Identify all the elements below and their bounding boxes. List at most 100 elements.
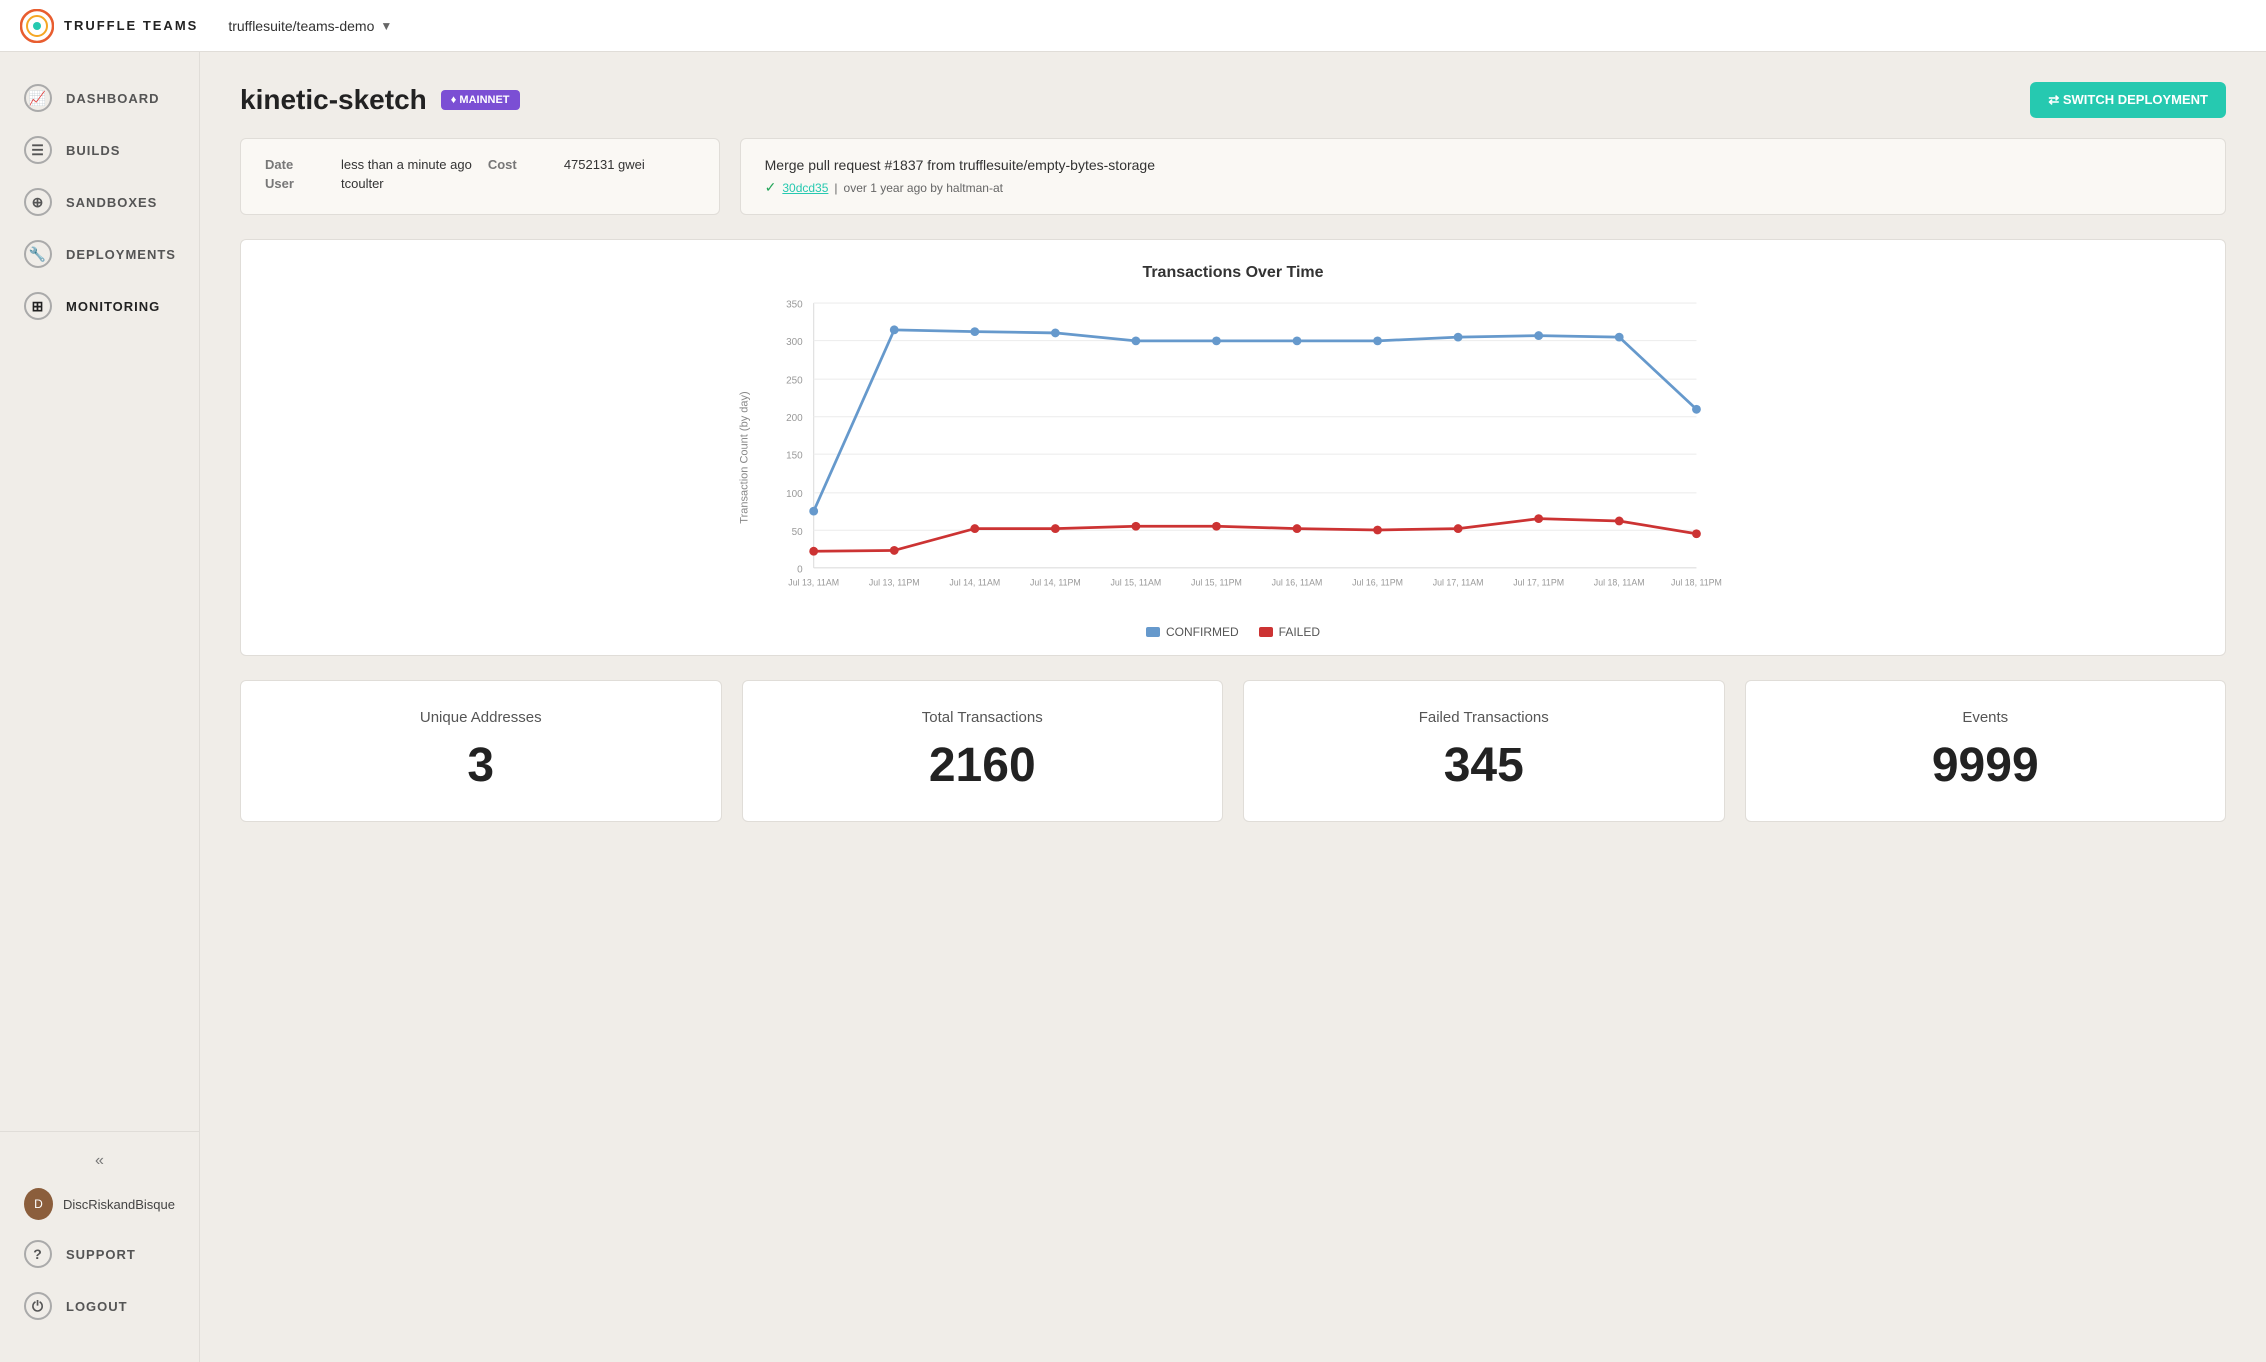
stat-label: Unique Addresses bbox=[265, 709, 697, 726]
sidebar-item-monitoring[interactable]: ⊞ MONITORING bbox=[0, 280, 199, 332]
sidebar-item-label: LOGOUT bbox=[66, 1299, 128, 1314]
svg-text:200: 200 bbox=[786, 413, 803, 424]
svg-text:Jul 15, 11AM: Jul 15, 11AM bbox=[1111, 578, 1162, 588]
commit-hash[interactable]: 30dcd35 bbox=[782, 181, 828, 195]
chart-section: Transactions Over Time Transaction Count… bbox=[240, 239, 2226, 656]
main-content: kinetic-sketch ♦ MAINNET ⇄ SWITCH DEPLOY… bbox=[200, 52, 2266, 1362]
stat-card-total-transactions: Total Transactions 2160 bbox=[742, 680, 1224, 822]
stat-value: 345 bbox=[1268, 738, 1700, 793]
failed-dot bbox=[1534, 514, 1543, 523]
chart-container: Transaction Count (by day) 350 300 250 bbox=[271, 292, 2195, 617]
svg-text:Jul 14, 11PM: Jul 14, 11PM bbox=[1030, 578, 1081, 588]
failed-dot bbox=[809, 547, 818, 556]
svg-text:Jul 13, 11PM: Jul 13, 11PM bbox=[869, 578, 920, 588]
failed-dot bbox=[1615, 517, 1624, 526]
svg-text:Jul 17, 11PM: Jul 17, 11PM bbox=[1513, 578, 1564, 588]
commit-info-card: Merge pull request #1837 from trufflesui… bbox=[740, 138, 2226, 215]
failed-dot bbox=[1212, 522, 1221, 531]
chart-legend: CONFIRMED FAILED bbox=[271, 625, 2195, 639]
svg-text:0: 0 bbox=[797, 564, 803, 575]
y-axis-label: Transaction Count (by day) bbox=[738, 391, 750, 523]
project-name: trufflesuite/teams-demo bbox=[228, 18, 374, 34]
sidebar-item-support[interactable]: ? SUPPORT bbox=[0, 1228, 199, 1280]
monitoring-icon: ⊞ bbox=[24, 292, 52, 320]
mainnet-badge: ♦ MAINNET bbox=[441, 90, 520, 110]
legend-failed-dot bbox=[1259, 627, 1273, 637]
commit-age: over 1 year ago by haltman-at bbox=[844, 181, 1003, 195]
legend-confirmed: CONFIRMED bbox=[1146, 625, 1239, 639]
failed-dot bbox=[890, 546, 899, 555]
sidebar-item-logout[interactable]: ⏻ LOGOUT bbox=[0, 1280, 199, 1332]
sidebar-item-label: DASHBOARD bbox=[66, 91, 160, 106]
support-icon: ? bbox=[24, 1240, 52, 1268]
truffle-logo-icon bbox=[20, 9, 54, 43]
avatar: D bbox=[24, 1188, 53, 1220]
page-title-row: kinetic-sketch ♦ MAINNET bbox=[240, 84, 520, 116]
failed-dot bbox=[1692, 529, 1701, 538]
failed-dot bbox=[1131, 522, 1140, 531]
confirmed-dot bbox=[1534, 331, 1543, 340]
commit-title: Merge pull request #1837 from trufflesui… bbox=[765, 157, 2201, 173]
confirmed-dot bbox=[1212, 336, 1221, 345]
sandboxes-icon: ⊕ bbox=[24, 188, 52, 216]
stat-card-failed-transactions: Failed Transactions 345 bbox=[1243, 680, 1725, 822]
stat-value: 9999 bbox=[1770, 738, 2202, 793]
svg-text:350: 350 bbox=[786, 299, 803, 310]
page-header: kinetic-sketch ♦ MAINNET ⇄ SWITCH DEPLOY… bbox=[240, 82, 2226, 118]
sidebar-item-dashboard[interactable]: 📈 DASHBOARD bbox=[0, 72, 199, 124]
project-chevron-icon: ▼ bbox=[380, 19, 392, 33]
stat-grid: Unique Addresses 3 Total Transactions 21… bbox=[240, 680, 2226, 822]
svg-text:Jul 16, 11AM: Jul 16, 11AM bbox=[1272, 578, 1323, 588]
stat-card-events: Events 9999 bbox=[1745, 680, 2227, 822]
confirmed-dot bbox=[1051, 329, 1060, 338]
sidebar-item-deployments[interactable]: 🔧 DEPLOYMENTS bbox=[0, 228, 199, 280]
project-selector[interactable]: trufflesuite/teams-demo ▼ bbox=[228, 18, 392, 34]
svg-text:300: 300 bbox=[786, 337, 803, 348]
username-label: DiscRiskandBisque bbox=[63, 1197, 175, 1212]
sidebar-item-label: DEPLOYMENTS bbox=[66, 247, 176, 262]
sidebar-bottom: « D DiscRiskandBisque ? SUPPORT ⏻ LOGOUT bbox=[0, 1131, 199, 1342]
legend-failed: FAILED bbox=[1259, 625, 1320, 639]
stat-label: Total Transactions bbox=[767, 709, 1199, 726]
svg-text:Jul 18, 11PM: Jul 18, 11PM bbox=[1671, 578, 1722, 588]
sidebar: 📈 DASHBOARD ☰ BUILDS ⊕ SANDBOXES 🔧 DEPLO… bbox=[0, 52, 200, 1362]
confirmed-dot bbox=[809, 507, 818, 516]
failed-dot bbox=[1373, 526, 1382, 535]
user-profile[interactable]: D DiscRiskandBisque bbox=[0, 1180, 199, 1228]
confirmed-dot bbox=[1615, 333, 1624, 342]
sidebar-item-label: SUPPORT bbox=[66, 1247, 136, 1262]
svg-text:Jul 15, 11PM: Jul 15, 11PM bbox=[1191, 578, 1242, 588]
sidebar-item-label: MONITORING bbox=[66, 299, 160, 314]
chart-title: Transactions Over Time bbox=[271, 264, 2195, 282]
confirmed-dot bbox=[970, 327, 979, 336]
svg-text:50: 50 bbox=[792, 527, 804, 538]
transactions-chart: Transaction Count (by day) 350 300 250 bbox=[271, 292, 2195, 612]
failed-dot bbox=[1293, 524, 1302, 533]
sidebar-item-sandboxes[interactable]: ⊕ SANDBOXES bbox=[0, 176, 199, 228]
confirmed-dot bbox=[1131, 336, 1140, 345]
commit-separator: | bbox=[834, 181, 837, 195]
confirmed-dot bbox=[1373, 336, 1382, 345]
stat-value: 2160 bbox=[767, 738, 1199, 793]
failed-dot bbox=[1051, 524, 1060, 533]
switch-deployment-button[interactable]: ⇄ SWITCH DEPLOYMENT bbox=[2030, 82, 2226, 118]
svg-text:150: 150 bbox=[786, 451, 803, 462]
confirmed-dot bbox=[1293, 336, 1302, 345]
logo: TRUFFLE TEAMS bbox=[20, 9, 198, 43]
svg-text:Jul 14, 11AM: Jul 14, 11AM bbox=[949, 578, 1000, 588]
legend-confirmed-label: CONFIRMED bbox=[1166, 625, 1239, 639]
sidebar-item-label: BUILDS bbox=[66, 143, 120, 158]
main-layout: 📈 DASHBOARD ☰ BUILDS ⊕ SANDBOXES 🔧 DEPLO… bbox=[0, 52, 2266, 1362]
legend-confirmed-dot bbox=[1146, 627, 1160, 637]
sidebar-collapse-button[interactable]: « bbox=[0, 1142, 199, 1180]
confirmed-dot bbox=[1692, 405, 1701, 414]
failed-dot bbox=[970, 524, 979, 533]
logout-icon: ⏻ bbox=[24, 1292, 52, 1320]
page-title: kinetic-sketch bbox=[240, 84, 427, 116]
confirmed-dot bbox=[890, 325, 899, 334]
stat-card-unique-addresses: Unique Addresses 3 bbox=[240, 680, 722, 822]
svg-text:250: 250 bbox=[786, 376, 803, 387]
collapse-icon: « bbox=[95, 1152, 104, 1170]
svg-text:Jul 18, 11AM: Jul 18, 11AM bbox=[1594, 578, 1645, 588]
sidebar-item-builds[interactable]: ☰ BUILDS bbox=[0, 124, 199, 176]
